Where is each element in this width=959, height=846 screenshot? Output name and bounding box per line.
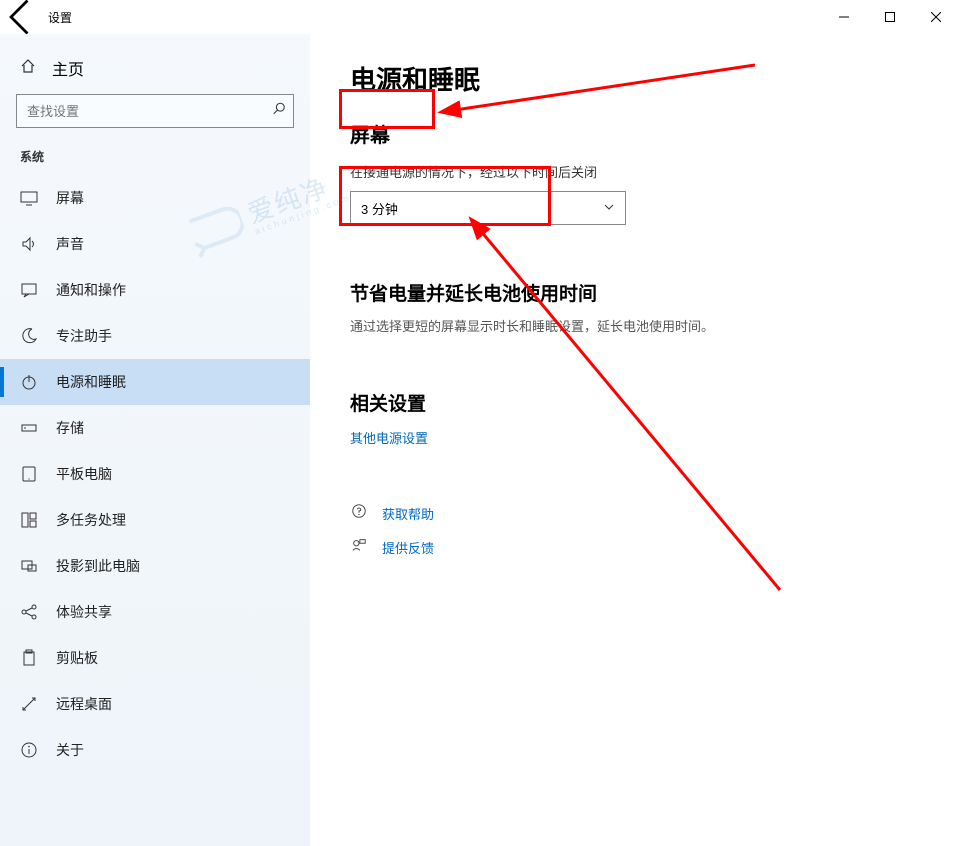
project-icon xyxy=(20,557,38,575)
help-label: 获取帮助 xyxy=(382,504,434,523)
home-icon xyxy=(20,58,36,79)
screen-section-title: 屏幕 xyxy=(350,119,390,148)
search-icon xyxy=(272,102,286,121)
nav-storage[interactable]: 存储 xyxy=(0,405,310,451)
feedback-label: 提供反馈 xyxy=(382,538,434,557)
nav-label: 多任务处理 xyxy=(56,510,126,530)
nav-focus-assist[interactable]: 专注助手 xyxy=(0,313,310,359)
battery-section-title: 节省电量并延长电池使用时间 xyxy=(350,279,919,306)
power-icon xyxy=(20,373,38,391)
dropdown-value: 3 分钟 xyxy=(361,199,398,218)
moon-icon xyxy=(20,327,38,345)
search-input[interactable] xyxy=(16,94,294,128)
nav-sound[interactable]: 声音 xyxy=(0,221,310,267)
sidebar: 主页 系统 屏幕 声音 通知和操作 xyxy=(0,34,310,846)
back-button[interactable] xyxy=(0,0,44,34)
category-label: 系统 xyxy=(0,144,310,175)
nav-clipboard[interactable]: 剪贴板 xyxy=(0,635,310,681)
info-icon xyxy=(20,741,38,759)
nav-remote[interactable]: 远程桌面 xyxy=(0,681,310,727)
nav-display[interactable]: 屏幕 xyxy=(0,175,310,221)
nav-multitask[interactable]: 多任务处理 xyxy=(0,497,310,543)
nav-label: 平板电脑 xyxy=(56,464,112,484)
nav-about[interactable]: 关于 xyxy=(0,727,310,773)
nav-shared[interactable]: 体验共享 xyxy=(0,589,310,635)
nav-power-sleep[interactable]: 电源和睡眠 xyxy=(0,359,310,405)
nav-label: 远程桌面 xyxy=(56,694,112,714)
nav-label: 专注助手 xyxy=(56,326,112,346)
display-icon xyxy=(20,189,38,207)
nav-project[interactable]: 投影到此电脑 xyxy=(0,543,310,589)
page-title: 电源和睡眠 xyxy=(350,60,919,97)
window-title: 设置 xyxy=(48,9,72,26)
nav-label: 体验共享 xyxy=(56,602,112,622)
remote-icon xyxy=(20,695,38,713)
chevron-down-icon xyxy=(603,201,615,216)
get-help-link[interactable]: 获取帮助 xyxy=(350,503,919,523)
help-icon xyxy=(350,503,368,523)
nav-notifications[interactable]: 通知和操作 xyxy=(0,267,310,313)
storage-icon xyxy=(20,419,38,437)
multitask-icon xyxy=(20,511,38,529)
nav-label: 剪贴板 xyxy=(56,648,98,668)
tablet-icon xyxy=(20,465,38,483)
share-icon xyxy=(20,603,38,621)
battery-section-desc: 通过选择更短的屏幕显示时长和睡眠设置，延长电池使用时间。 xyxy=(350,316,919,335)
minimize-button[interactable] xyxy=(821,0,867,34)
nav-tablet[interactable]: 平板电脑 xyxy=(0,451,310,497)
nav-label: 屏幕 xyxy=(56,188,84,208)
sound-icon xyxy=(20,235,38,253)
notifications-icon xyxy=(20,281,38,299)
nav-label: 存储 xyxy=(56,418,84,438)
clipboard-icon xyxy=(20,649,38,667)
titlebar: 设置 xyxy=(0,0,959,34)
other-power-settings-link[interactable]: 其他电源设置 xyxy=(350,428,919,447)
close-button[interactable] xyxy=(913,0,959,34)
screen-timeout-dropdown[interactable]: 3 分钟 xyxy=(350,191,626,225)
screen-section-desc: 在接通电源的情况下，经过以下时间后关闭 xyxy=(350,162,919,181)
nav-label: 电源和睡眠 xyxy=(56,372,126,392)
home-link[interactable]: 主页 xyxy=(0,50,310,94)
main-content: 电源和睡眠 屏幕 在接通电源的情况下，经过以下时间后关闭 3 分钟 节省电量并延… xyxy=(310,34,959,846)
search-box[interactable] xyxy=(16,94,294,128)
nav-label: 投影到此电脑 xyxy=(56,556,140,576)
maximize-button[interactable] xyxy=(867,0,913,34)
feedback-link[interactable]: 提供反馈 xyxy=(350,537,919,557)
nav-label: 声音 xyxy=(56,234,84,254)
nav-label: 关于 xyxy=(56,740,84,760)
home-label: 主页 xyxy=(52,56,84,80)
nav-label: 通知和操作 xyxy=(56,280,126,300)
nav-list: 屏幕 声音 通知和操作 专注助手 电源和睡眠 存储 xyxy=(0,175,310,773)
feedback-icon xyxy=(350,537,368,557)
related-title: 相关设置 xyxy=(350,389,919,416)
